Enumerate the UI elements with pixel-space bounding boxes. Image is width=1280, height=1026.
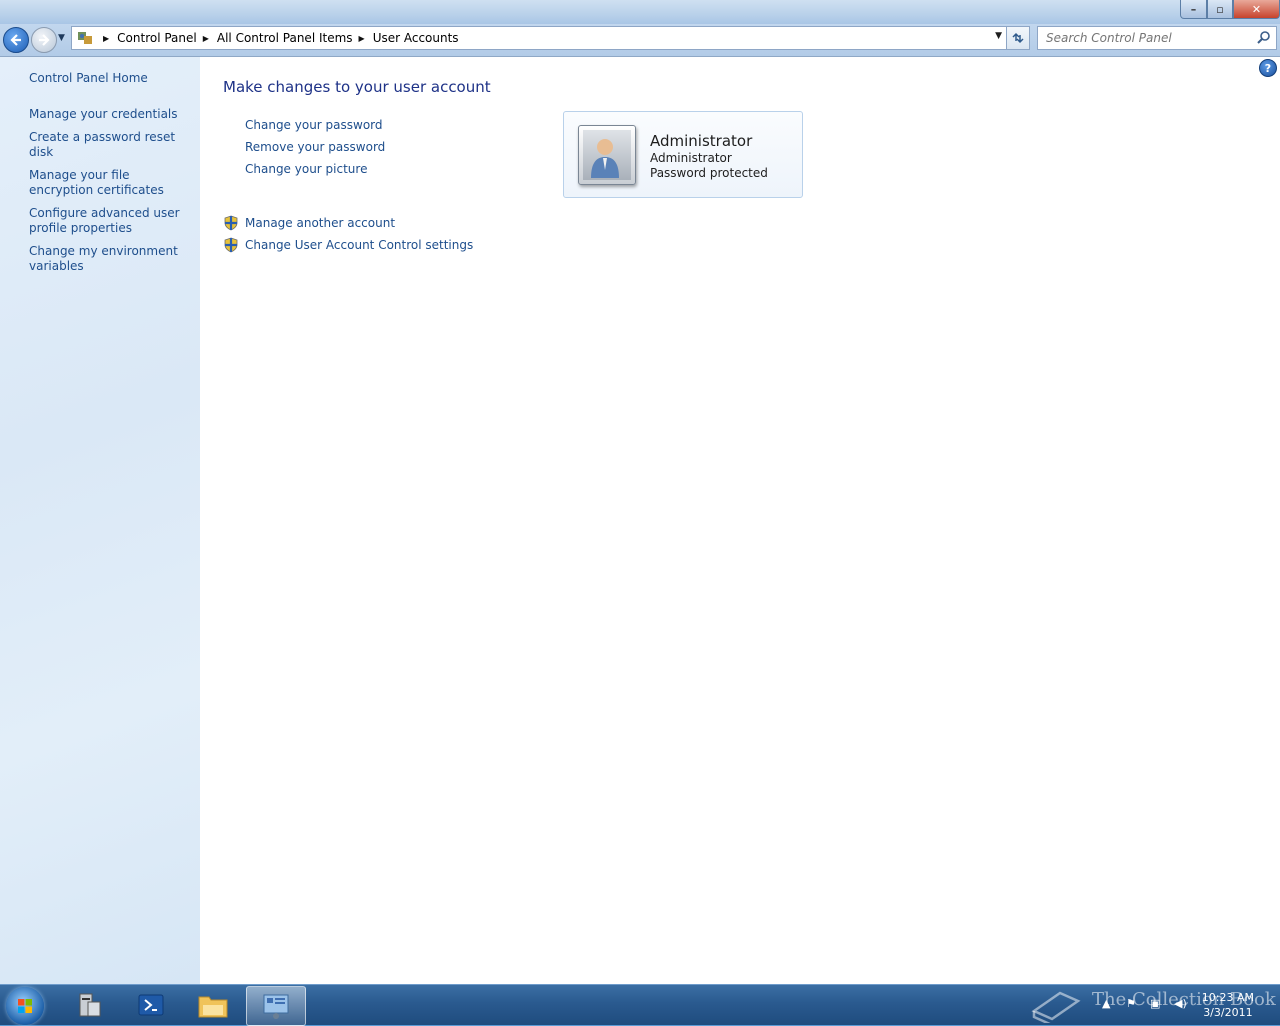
clock-date: 3/3/2011	[1203, 1006, 1253, 1019]
start-button[interactable]	[6, 987, 44, 1025]
account-card: Administrator Administrator Password pro…	[563, 111, 803, 198]
show-hidden-icons-icon[interactable]: ▲	[1102, 997, 1116, 1011]
address-history-chevron-down-icon[interactable]: ▼	[995, 31, 1002, 41]
folder-icon	[198, 996, 228, 1018]
action-center-flag-icon[interactable]: ⚑	[1126, 997, 1140, 1011]
system-tray: ▲ ⚑ ▣ ◀) 10:23 AM 3/3/2011	[1090, 985, 1280, 1025]
breadcrumb-control-panel[interactable]: Control Panel	[117, 31, 197, 45]
watermark-book-icon	[1031, 991, 1081, 1023]
refresh-icon	[1012, 32, 1024, 44]
refresh-button[interactable]	[1006, 26, 1030, 50]
maximize-button[interactable]: ▫	[1207, 0, 1233, 19]
taskbar-control-panel-button[interactable]	[246, 986, 306, 1026]
taskbar: The Collection Book ▲ ⚑ ▣ ◀) 10:23 AM 3/…	[0, 984, 1280, 1026]
taskbar-server-manager-button[interactable]	[60, 986, 118, 1024]
remove-password-link[interactable]: Remove your password	[245, 139, 385, 161]
change-password-link[interactable]: Change your password	[245, 117, 385, 139]
navigation-bar: ▼ ▶ Control Panel ▶ All Control Panel It…	[0, 24, 1280, 57]
list-item: Change User Account Control settings	[223, 234, 473, 256]
minimize-button[interactable]: –	[1180, 0, 1207, 19]
breadcrumb: ▶ Control Panel ▶ All Control Panel Item…	[97, 31, 459, 45]
user-silhouette-icon	[583, 130, 631, 180]
recent-pages-chevron-down-icon[interactable]: ▼	[58, 33, 65, 43]
control-panel-icon	[263, 994, 289, 1019]
sidebar-item-environment-variables[interactable]: Change my environment variables	[29, 244, 191, 274]
account-type: Administrator	[650, 151, 732, 165]
account-status: Password protected	[650, 166, 768, 180]
network-icon[interactable]: ▣	[1150, 997, 1164, 1011]
windows-logo-icon	[18, 999, 32, 1013]
breadcrumb-user-accounts[interactable]: User Accounts	[373, 31, 459, 45]
window-controls: – ▫ ✕	[1180, 0, 1280, 20]
powershell-icon	[138, 994, 164, 1016]
manage-another-account-link[interactable]: Manage another account	[245, 216, 395, 230]
sidebar-item-password-reset-disk[interactable]: Create a password reset disk	[29, 130, 191, 160]
sidebar-item-file-encryption-certificates[interactable]: Manage your file encryption certificates	[29, 168, 191, 198]
title-bar: – ▫ ✕	[0, 0, 1280, 24]
search-box[interactable]	[1037, 26, 1277, 50]
breadcrumb-all-items[interactable]: All Control Panel Items	[217, 31, 353, 45]
sidebar-item-manage-credentials[interactable]: Manage your credentials	[29, 107, 191, 122]
change-picture-link[interactable]: Change your picture	[245, 161, 385, 183]
list-item: Manage another account	[223, 212, 473, 234]
uac-task-list: Manage another account Change User Accou…	[223, 212, 473, 256]
page-title: Make changes to your user account	[223, 78, 491, 96]
taskbar-explorer-button[interactable]	[184, 986, 242, 1024]
sidebar-task-list: Manage your credentials Create a passwor…	[29, 107, 191, 282]
content-area: Control Panel Home Manage your credentia…	[0, 57, 1280, 984]
forward-button[interactable]	[31, 27, 57, 53]
account-name: Administrator	[650, 132, 753, 150]
search-icon[interactable]	[1256, 30, 1272, 46]
clock[interactable]: 10:23 AM 3/3/2011	[1202, 990, 1254, 1020]
sidebar-item-advanced-profile-properties[interactable]: Configure advanced user profile properti…	[29, 206, 191, 236]
arrow-left-icon	[10, 34, 21, 46]
breadcrumb-separator-icon[interactable]: ▶	[103, 34, 109, 43]
volume-icon[interactable]: ◀)	[1174, 997, 1188, 1011]
avatar	[578, 125, 636, 185]
close-button[interactable]: ✕	[1233, 0, 1280, 19]
back-button[interactable]	[3, 27, 29, 53]
control-panel-home-link[interactable]: Control Panel Home	[29, 71, 148, 85]
uac-shield-icon	[224, 237, 238, 253]
server-manager-icon	[79, 993, 101, 1017]
control-panel-icon	[77, 30, 93, 46]
taskbar-powershell-button[interactable]	[122, 986, 180, 1024]
arrow-right-icon	[39, 34, 50, 46]
uac-settings-link[interactable]: Change User Account Control settings	[245, 238, 473, 252]
search-input[interactable]	[1044, 30, 1254, 46]
main-panel: Make changes to your user account Change…	[200, 57, 1280, 984]
breadcrumb-separator-icon[interactable]: ▶	[203, 34, 209, 43]
sidebar: Control Panel Home Manage your credentia…	[0, 57, 200, 984]
address-bar[interactable]: ▶ Control Panel ▶ All Control Panel Item…	[71, 26, 1007, 50]
account-task-list: Change your password Remove your passwor…	[245, 117, 385, 183]
help-icon[interactable]: ?	[1259, 59, 1277, 77]
breadcrumb-separator-icon[interactable]: ▶	[359, 34, 365, 43]
clock-time: 10:23 AM	[1201, 991, 1254, 1004]
uac-shield-icon	[224, 215, 238, 231]
